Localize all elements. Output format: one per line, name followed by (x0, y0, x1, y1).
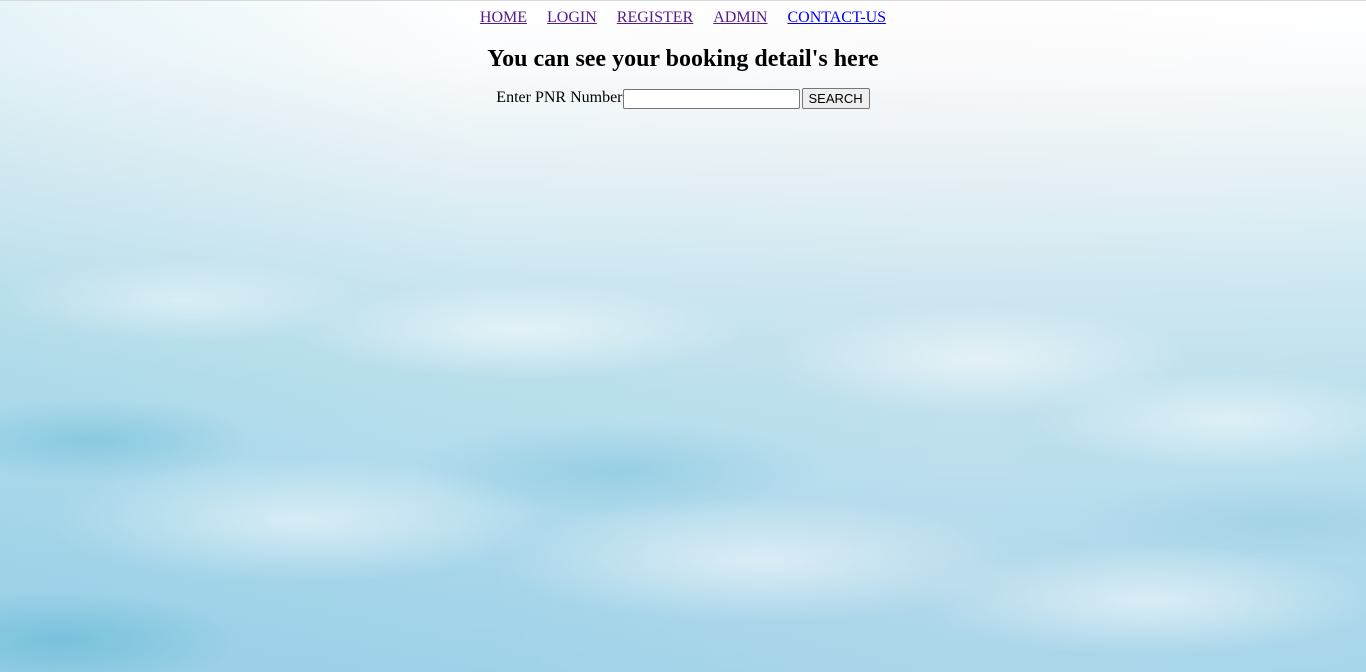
page-content: HOME LOGIN REGISTER ADMIN CONTACT-US You… (0, 0, 1366, 109)
top-nav: HOME LOGIN REGISTER ADMIN CONTACT-US (0, 0, 1366, 27)
pnr-label: Enter PNR Number (496, 89, 623, 107)
nav-link-login[interactable]: LOGIN (547, 9, 597, 26)
nav-link-home[interactable]: HOME (480, 9, 527, 26)
nav-link-contact-us[interactable]: CONTACT-US (787, 9, 886, 26)
pnr-input[interactable] (622, 88, 800, 109)
nav-link-register[interactable]: REGISTER (617, 9, 693, 26)
nav-link-admin[interactable]: ADMIN (713, 9, 767, 26)
pnr-search-form: Enter PNR Number SEARCH (0, 88, 1366, 109)
search-button[interactable]: SEARCH (801, 88, 870, 109)
page-title: You can see your booking detail's here (487, 46, 879, 72)
